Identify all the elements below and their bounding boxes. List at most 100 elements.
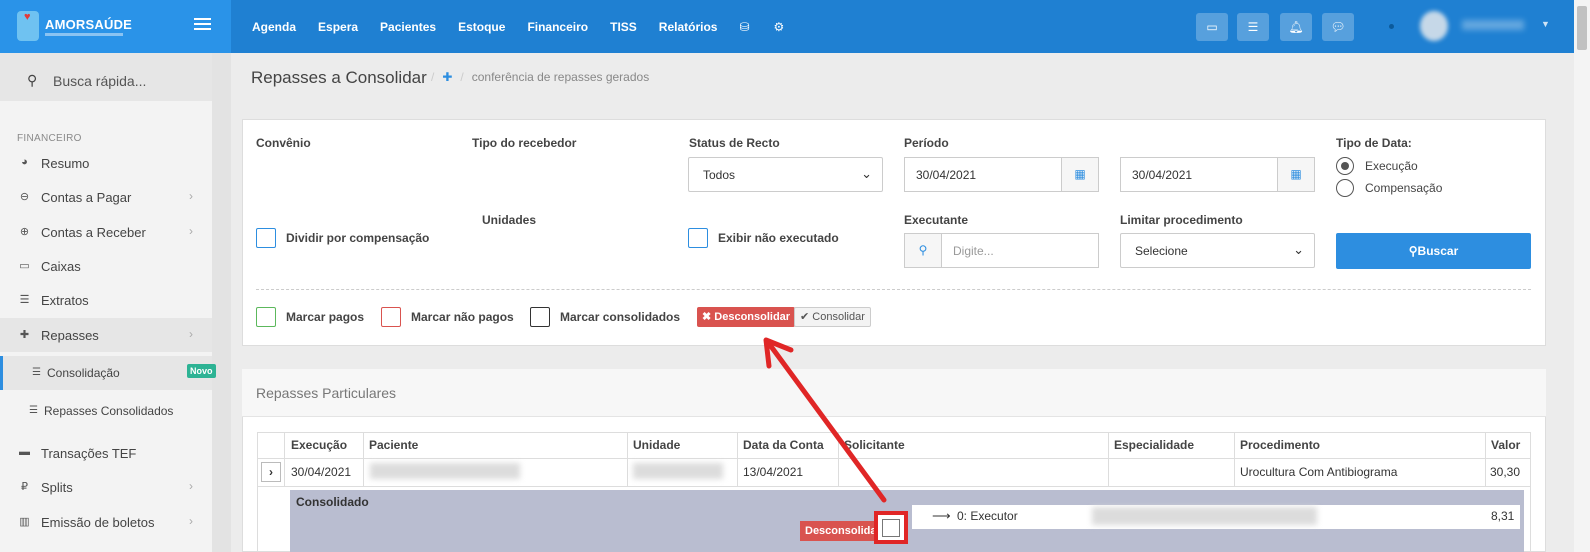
dividir-checkbox[interactable] (256, 228, 276, 248)
puzzle-icon[interactable]: ✚ (442, 70, 452, 84)
sidebar-item-label: Repasses (41, 328, 99, 343)
user-name-redacted[interactable] (1462, 20, 1524, 30)
sidebar-item-label: Contas a Pagar (41, 190, 132, 205)
nav-pacientes[interactable]: Pacientes (380, 20, 436, 34)
main-nav: Agenda Espera Pacientes Estoque Financei… (252, 0, 808, 53)
limitar-select[interactable]: Selecione ⌄ (1120, 233, 1315, 268)
sidebar-subitem-label: Consolidação (47, 366, 120, 380)
search-icon: ⚲ (904, 233, 942, 268)
radio-execucao[interactable] (1336, 157, 1354, 175)
sidebar-item-contas-a-receber[interactable]: ⊕ Contas a Receber › (0, 215, 212, 249)
nav-tiss[interactable]: TISS (610, 20, 637, 34)
column-divider (838, 432, 839, 487)
chat-icon[interactable]: 💬︎ (1322, 13, 1354, 41)
breadcrumb-separator: / (460, 70, 464, 84)
bell-icon[interactable]: 🔔︎ (1280, 13, 1312, 41)
sidebar-item-emissao-de-boletos[interactable]: ▥ Emissão de boletos › (0, 505, 212, 539)
cell-data-conta: 13/04/2021 (743, 465, 804, 479)
nav-financeiro[interactable]: Financeiro (527, 20, 588, 34)
executante-input[interactable]: Digite... (941, 233, 1099, 268)
table-row-divider (257, 486, 1531, 487)
column-header-procedimento[interactable]: Procedimento (1240, 438, 1320, 452)
column-divider (737, 432, 738, 487)
avatar[interactable] (1420, 11, 1448, 41)
sidebar-gutter (212, 53, 231, 552)
ruble-icon: ₽ (21, 481, 28, 493)
breadcrumb-separator: / (431, 70, 435, 84)
check-icon: ✔ (800, 311, 810, 323)
exibir-checkbox[interactable] (688, 228, 708, 248)
desconsolidar-label: Desconsolidar (714, 311, 791, 323)
sidebar-item-caixas[interactable]: ▭ Caixas (0, 249, 212, 283)
sidebar-item-label: Emissão de boletos (41, 515, 155, 530)
cell-execucao: 30/04/2021 (291, 465, 352, 479)
exibir-label: Exibir não executado (718, 231, 839, 245)
column-header-paciente[interactable]: Paciente (369, 438, 418, 452)
marcar-nao-pagos-checkbox[interactable] (381, 307, 401, 327)
row-desconsolidar-button[interactable]: Desconsolidar (800, 521, 886, 541)
chevron-down-icon[interactable]: ▼ (1541, 19, 1550, 29)
marcar-consolidados-checkbox[interactable] (530, 307, 550, 327)
column-header-execucao[interactable]: Execução (291, 438, 347, 452)
sidebar-item-extratos[interactable]: ☰ Extratos (0, 283, 212, 317)
tipo-recebedor-label: Tipo do recebedor (472, 136, 577, 150)
sidebar-subitem-consolidacao[interactable]: ☰ Consolidação Novo (0, 356, 216, 390)
date-to-input[interactable]: 30/04/2021 (1120, 157, 1278, 192)
unidades-label: Unidades (482, 213, 537, 227)
executor-name-redacted (1092, 507, 1317, 525)
column-divider (284, 432, 285, 487)
column-header-unidade[interactable]: Unidade (633, 438, 680, 452)
sidebar-subitem-repasses-consolidados[interactable]: ☰ Repasses Consolidados (0, 394, 212, 428)
status-dot (1389, 24, 1394, 29)
nav-espera[interactable]: Espera (318, 20, 358, 34)
sidebar-item-transacoes-tef[interactable]: ▬ Transações TEF (0, 436, 212, 470)
chevron-down-icon: ⌄ (861, 166, 872, 181)
column-header-especialidade[interactable]: Especialidade (1114, 438, 1194, 452)
nav-agenda[interactable]: Agenda (252, 20, 296, 34)
marcar-pagos-label: Marcar pagos (286, 310, 365, 324)
search-icon: ⚲ (27, 72, 38, 88)
particulares-header (242, 369, 1546, 417)
calendar-icon[interactable]: ▦ (1277, 157, 1315, 192)
date-from-input[interactable]: 30/04/2021 (904, 157, 1062, 192)
row-checkbox[interactable] (882, 519, 900, 537)
marcar-nao-pagos-label: Marcar não pagos (411, 310, 514, 324)
executor-label: 0: Executor (957, 509, 1018, 523)
sidebar-item-splits[interactable]: ₽ Splits › (0, 470, 212, 504)
gear-icon[interactable]: ⚙ (774, 20, 785, 34)
limitar-label: Limitar procedimento (1120, 213, 1243, 227)
desconsolidar-button[interactable]: ✖ Desconsolidar (697, 307, 796, 327)
scrollbar[interactable] (1574, 0, 1590, 552)
nav-relatorios[interactable]: Relatórios (659, 20, 718, 34)
marcar-pagos-checkbox[interactable] (256, 307, 276, 327)
sidebar-item-repasses[interactable]: ✚ Repasses › (0, 318, 212, 352)
tipo-data-label: Tipo de Data: (1336, 136, 1412, 150)
quick-search[interactable]: ⚲ Busca rápida... (0, 53, 212, 101)
arrow-right-icon: ⟶ (932, 508, 951, 523)
new-badge: Novo (187, 364, 216, 378)
database-icon[interactable]: ⛁ (739, 20, 749, 34)
minus-circle-icon: ⊖ (19, 191, 30, 203)
consolidar-button[interactable]: ✔ Consolidar (794, 307, 871, 327)
menu-toggle-icon[interactable] (194, 17, 211, 31)
calendar-icon[interactable]: ▦ (1061, 157, 1099, 192)
nav-estoque[interactable]: Estoque (458, 20, 505, 34)
status-select[interactable]: Todos ⌄ (688, 157, 883, 192)
expand-row-button[interactable]: › (261, 462, 281, 482)
column-divider (1234, 432, 1235, 487)
buscar-button[interactable]: ⚲Buscar (1336, 233, 1531, 269)
table-header-divider (257, 458, 1531, 459)
column-divider (1485, 432, 1486, 487)
limitar-select-value: Selecione (1135, 244, 1188, 258)
radio-compensacao[interactable] (1336, 179, 1354, 197)
divider (256, 289, 1531, 290)
column-header-valor[interactable]: Valor (1491, 438, 1520, 452)
column-header-solicitante[interactable]: Solicitante (844, 438, 905, 452)
sidebar-item-contas-a-pagar[interactable]: ⊖ Contas a Pagar › (0, 180, 212, 214)
scrollbar-thumb[interactable] (1577, 6, 1587, 50)
breadcrumb-current: conferência de repasses gerados (471, 70, 650, 84)
column-header-data-conta[interactable]: Data da Conta (743, 438, 824, 452)
card-icon[interactable]: ☰ (1237, 13, 1269, 41)
sidebar-item-resumo[interactable]: ◕ Resumo (0, 146, 212, 180)
inbox-icon[interactable]: ▭ (1196, 13, 1228, 41)
